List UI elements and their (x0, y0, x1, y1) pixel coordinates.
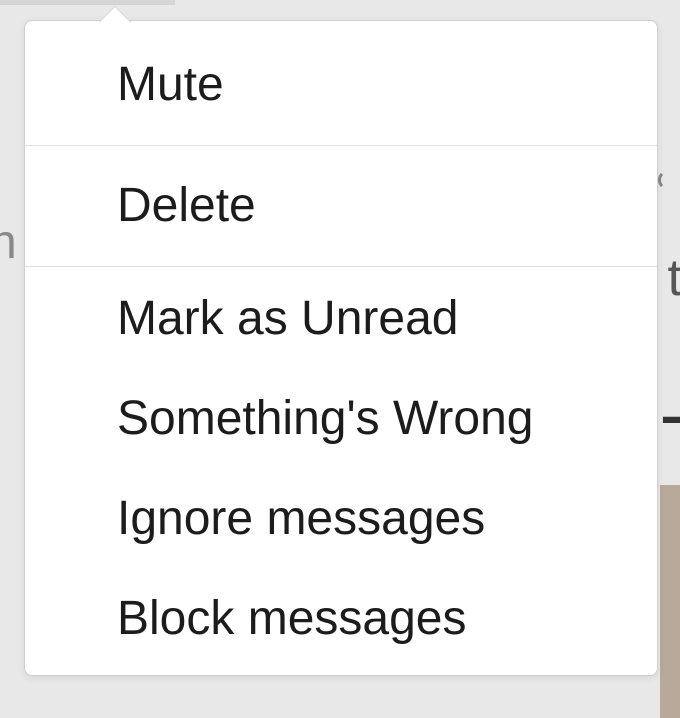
conversation-options-menu: Mute Delete Mark as Unread Something's W… (24, 20, 658, 676)
background-fragment (0, 0, 175, 5)
background-fragment (658, 170, 678, 190)
menu-item-label: Mute (117, 58, 224, 111)
menu-item-mark-unread[interactable]: Mark as Unread (25, 269, 657, 369)
background-fragment: t (668, 248, 680, 308)
background-fragment: n (0, 215, 17, 270)
menu-pointer (99, 7, 131, 23)
menu-item-somethings-wrong[interactable]: Something's Wrong (25, 369, 657, 469)
background-fragment (660, 485, 680, 718)
background-fragment: - (659, 368, 680, 460)
menu-item-delete[interactable]: Delete (25, 148, 657, 264)
menu-item-label: Block messages (117, 592, 466, 645)
menu-item-label: Delete (117, 179, 256, 232)
menu-item-ignore-messages[interactable]: Ignore messages (25, 469, 657, 569)
menu-divider (25, 266, 657, 267)
menu-item-label: Mark as Unread (117, 292, 458, 345)
menu-item-label: Something's Wrong (117, 392, 533, 445)
menu-item-mute[interactable]: Mute (25, 27, 657, 143)
menu-item-block-messages[interactable]: Block messages (25, 569, 657, 669)
menu-item-label: Ignore messages (117, 492, 485, 545)
menu-divider (25, 145, 657, 146)
